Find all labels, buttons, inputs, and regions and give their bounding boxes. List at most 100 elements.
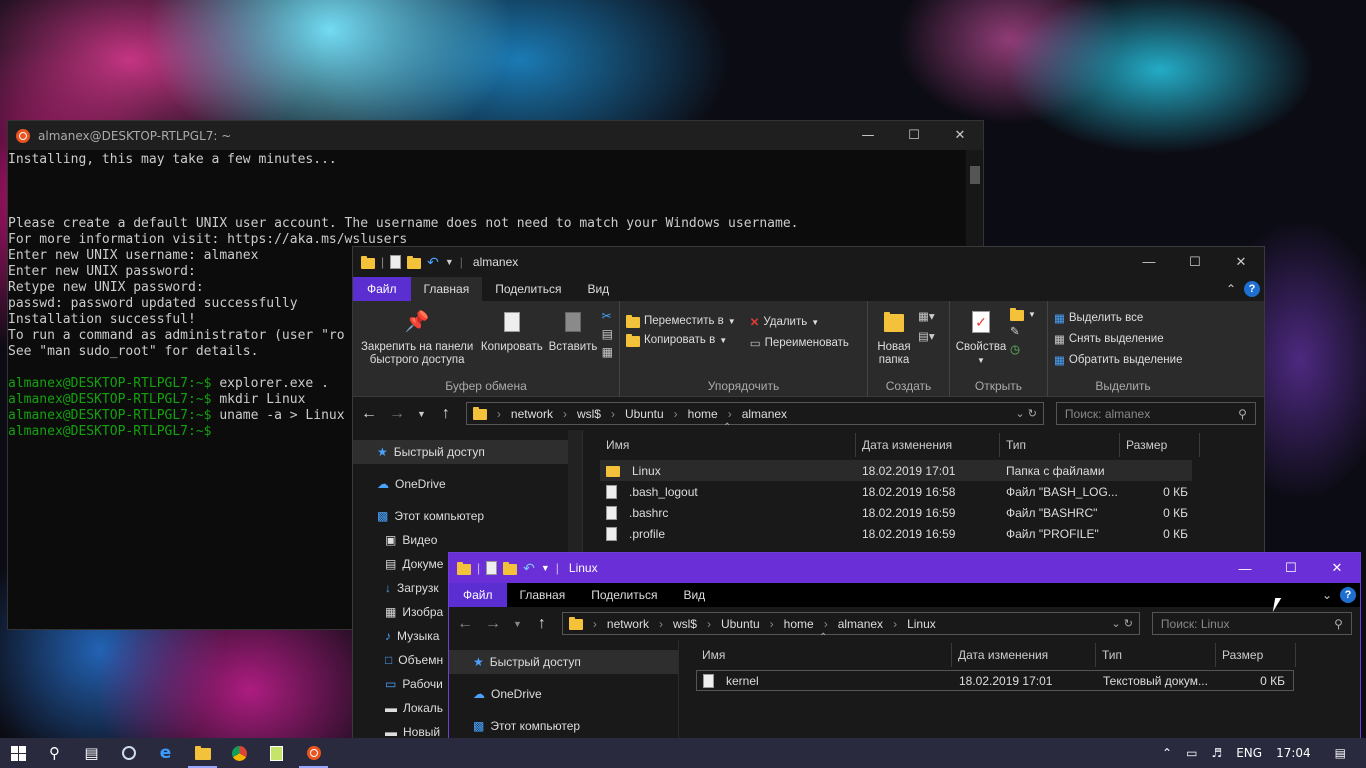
maximize-button[interactable]: ☐ <box>891 121 937 150</box>
maximize-button[interactable]: ☐ <box>1268 553 1314 583</box>
refresh-icon[interactable]: ⌄ ↻ <box>1015 407 1037 420</box>
nav-quick-access[interactable]: ★ Быстрый доступ <box>353 440 582 464</box>
column-date[interactable]: Дата изменения <box>952 643 1096 667</box>
explorer-title-bar[interactable]: | ↶ ▼ | almanex — ☐ ✕ <box>353 247 1264 277</box>
select-none-button[interactable]: ▦ Снять выделение <box>1054 332 1182 346</box>
taskbar-app-notepad[interactable] <box>258 738 295 768</box>
tab-file[interactable]: Файл <box>353 277 411 301</box>
column-type[interactable]: Тип <box>1096 643 1216 667</box>
new-folder-icon[interactable] <box>407 255 422 269</box>
taskbar-app-explorer[interactable] <box>184 738 221 768</box>
notifications-icon[interactable]: ▤ <box>1335 746 1346 760</box>
qat-dropdown-icon[interactable]: ▼ <box>445 257 454 267</box>
minimize-button[interactable]: — <box>1126 247 1172 276</box>
search-box[interactable]: Поиск: almanex ⚲ <box>1055 402 1256 425</box>
navigation-pane[interactable]: ★ Быстрый доступ ☁ OneDrive ▩ Этот компьюте… <box>449 640 679 740</box>
nav-this-pc[interactable]: ▩ Этот компьютер <box>449 714 678 738</box>
search-input[interactable]: Поиск: Linux <box>1161 617 1230 631</box>
select-all-button[interactable]: ▦ Выделить все <box>1054 311 1182 325</box>
delete-button[interactable]: ✕ Удалить ▼ <box>750 315 849 329</box>
nav-onedrive[interactable]: ☁ OneDrive <box>449 682 678 706</box>
properties-icon[interactable] <box>486 561 498 575</box>
column-size[interactable]: Размер <box>1216 643 1296 667</box>
close-button[interactable]: ✕ <box>1314 553 1360 583</box>
network-icon[interactable]: ▭ <box>1186 746 1197 760</box>
recent-dropdown-icon[interactable]: ▼ <box>417 409 426 419</box>
forward-button[interactable]: → <box>485 615 501 633</box>
close-button[interactable]: ✕ <box>1218 247 1264 276</box>
volume-icon[interactable]: ♬ <box>1211 746 1222 760</box>
help-icon[interactable]: ? <box>1338 583 1360 607</box>
terminal-title-bar[interactable]: almanex@DESKTOP-RTLPGL7: ~ — ☐ ✕ <box>8 121 983 150</box>
tab-home[interactable]: Главная <box>506 583 579 607</box>
qat-dropdown-icon[interactable]: ▼ <box>541 563 550 573</box>
task-view-button[interactable]: ▤ <box>73 738 110 768</box>
language-indicator[interactable]: ENG <box>1236 746 1262 760</box>
minimize-button[interactable]: — <box>1222 553 1268 583</box>
undo-icon[interactable]: ↶ <box>523 560 535 577</box>
properties-icon[interactable] <box>390 255 402 269</box>
list-item[interactable]: Linux 18.02.2019 17:01 Папка с файлами <box>600 460 1192 481</box>
chevron-up-icon[interactable]: ⌃ <box>1162 746 1172 760</box>
copy-path-icon[interactable]: ▤ <box>602 327 613 341</box>
nav-onedrive[interactable]: ☁ OneDrive <box>353 472 582 496</box>
tab-share[interactable]: Поделиться <box>482 277 574 301</box>
cut-icon[interactable]: ✂ <box>602 309 613 323</box>
path-segment[interactable]: network <box>607 617 649 631</box>
path-segment[interactable]: wsl$ <box>673 617 697 631</box>
list-item[interactable]: .bash_logout 18.02.2019 16:58 Файл "BASH… <box>600 481 1264 502</box>
path-segment[interactable]: wsl$ <box>577 407 601 421</box>
nav-this-pc[interactable]: ▩ Этот компьютер <box>353 504 582 528</box>
copy-to-button[interactable]: Копировать в ▼ <box>626 333 736 347</box>
path-segment[interactable]: almanex <box>742 407 787 421</box>
new-folder-icon[interactable] <box>503 561 518 575</box>
edit-icon[interactable]: ✎ <box>1010 324 1036 338</box>
recent-dropdown-icon[interactable]: ▼ <box>513 619 522 629</box>
taskbar-app-chrome[interactable] <box>221 738 258 768</box>
easy-access-icon[interactable]: ▤▾ <box>918 329 935 343</box>
open-icon[interactable]: ▼ <box>1010 308 1036 321</box>
rename-button[interactable]: ▭ Переименовать <box>750 336 849 350</box>
path-segment[interactable]: Linux <box>907 617 936 631</box>
paste-shortcut-icon[interactable]: ▦ <box>602 345 613 359</box>
search-taskbar-button[interactable]: ⚲ <box>36 738 73 768</box>
back-button[interactable]: ← <box>361 405 377 423</box>
nav-videos[interactable]: ▣ Видео <box>353 528 582 552</box>
tab-home[interactable]: Главная <box>410 277 483 301</box>
up-button[interactable]: ↑ <box>438 405 454 423</box>
list-item[interactable]: kernel 18.02.2019 17:01 Текстовый докум.… <box>696 670 1294 691</box>
forward-button[interactable]: → <box>389 405 405 423</box>
new-item-icon[interactable]: ▦▾ <box>918 309 935 323</box>
up-button[interactable]: ↑ <box>534 615 550 633</box>
search-input[interactable]: Поиск: almanex <box>1065 407 1150 421</box>
help-icon[interactable]: ? <box>1242 277 1264 301</box>
explorer-window-linux[interactable]: | ↶ ▼ | Linux — ☐ ✕ Файл Главная Поделит… <box>448 552 1361 742</box>
taskbar-app-lock[interactable] <box>110 738 147 768</box>
search-box[interactable]: Поиск: Linux ⚲ <box>1151 612 1352 635</box>
tab-file[interactable]: Файл <box>449 583 507 607</box>
path-segment[interactable]: home <box>784 617 814 631</box>
invert-selection-button[interactable]: ▦ Обратить выделение <box>1054 353 1182 367</box>
tab-view[interactable]: Вид <box>574 277 622 301</box>
nav-quick-access[interactable]: ★ Быстрый доступ <box>449 650 678 674</box>
taskbar-app-edge[interactable]: e <box>147 738 184 768</box>
minimize-button[interactable]: — <box>845 121 891 150</box>
scrollbar-thumb[interactable] <box>970 166 980 184</box>
list-item[interactable]: .bashrc 18.02.2019 16:59 Файл "BASHRC" 0… <box>600 502 1264 523</box>
file-list[interactable]: ⌃ Имя Дата изменения Тип Размер kernel 1… <box>679 632 1360 740</box>
column-type[interactable]: Тип <box>1000 433 1120 457</box>
path-segment[interactable]: almanex <box>838 617 883 631</box>
tab-share[interactable]: Поделиться <box>578 583 670 607</box>
start-button[interactable] <box>0 738 36 768</box>
taskbar-app-ubuntu[interactable] <box>295 738 332 768</box>
refresh-icon[interactable]: ⌄ ↻ <box>1111 617 1133 630</box>
address-bar[interactable]: › network › wsl$ › Ubuntu › home › almanex › … <box>561 612 1140 635</box>
maximize-button[interactable]: ☐ <box>1172 247 1218 276</box>
column-date[interactable]: Дата изменения <box>856 433 1000 457</box>
list-item[interactable]: .profile 18.02.2019 16:59 Файл "PROFILE"… <box>600 523 1264 544</box>
tab-view[interactable]: Вид <box>670 583 718 607</box>
column-name[interactable]: Имя <box>696 643 952 667</box>
close-button[interactable]: ✕ <box>937 121 983 150</box>
undo-icon[interactable]: ↶ <box>427 254 439 271</box>
path-segment[interactable]: network <box>511 407 553 421</box>
